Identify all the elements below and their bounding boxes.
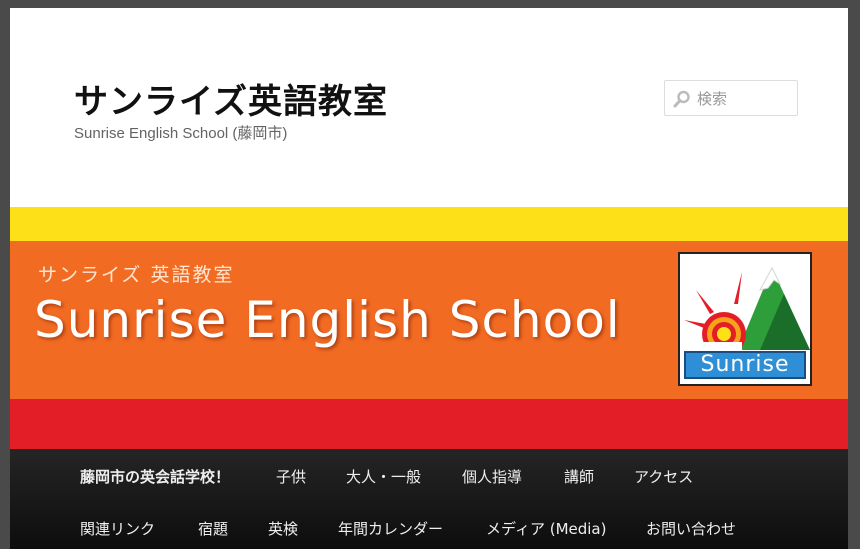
search-box[interactable] — [664, 80, 798, 116]
nav-item-homework[interactable]: 宿題 — [198, 518, 228, 539]
nav-item-contact[interactable]: お問い合わせ — [646, 518, 736, 539]
page: サンライズ英語教室 Sunrise English School (藤岡市) サ… — [10, 8, 848, 549]
nav-item-adults[interactable]: 大人・一般 — [346, 466, 421, 487]
search-input[interactable] — [695, 87, 795, 111]
nav-item-instructors[interactable]: 講師 — [564, 466, 594, 487]
nav-item-eiken[interactable]: 英検 — [268, 518, 298, 539]
nav-item-private-lessons[interactable]: 個人指導 — [462, 466, 522, 487]
logo-text: Sunrise — [684, 351, 806, 379]
site-description: Sunrise English School (藤岡市) — [74, 125, 288, 142]
banner-stripe-red — [10, 399, 848, 449]
nav-item-links[interactable]: 関連リンク — [80, 518, 155, 539]
sunrise-logo: Sunrise — [678, 252, 812, 386]
header-banner[interactable]: サンライズ 英語教室 Sunrise English School Sunris… — [10, 207, 848, 449]
banner-subtitle: サンライズ 英語教室 — [38, 264, 235, 286]
main-navigation: 藤岡市の英会話学校！ 子供 大人・一般 個人指導 講師 アクセス 関連リンク 宿… — [10, 449, 848, 549]
nav-item-home[interactable]: 藤岡市の英会話学校！ — [80, 466, 230, 487]
banner-stripe-yellow — [10, 207, 848, 241]
nav-item-access[interactable]: アクセス — [634, 466, 693, 487]
magnifier-icon — [673, 90, 690, 108]
nav-item-media[interactable]: メディア (Media) — [486, 518, 606, 539]
nav-item-children[interactable]: 子供 — [276, 466, 306, 487]
site-title[interactable]: サンライズ英語教室 — [74, 74, 388, 123]
banner-title: Sunrise English School — [34, 291, 621, 349]
nav-item-calendar[interactable]: 年間カレンダー — [338, 518, 443, 539]
